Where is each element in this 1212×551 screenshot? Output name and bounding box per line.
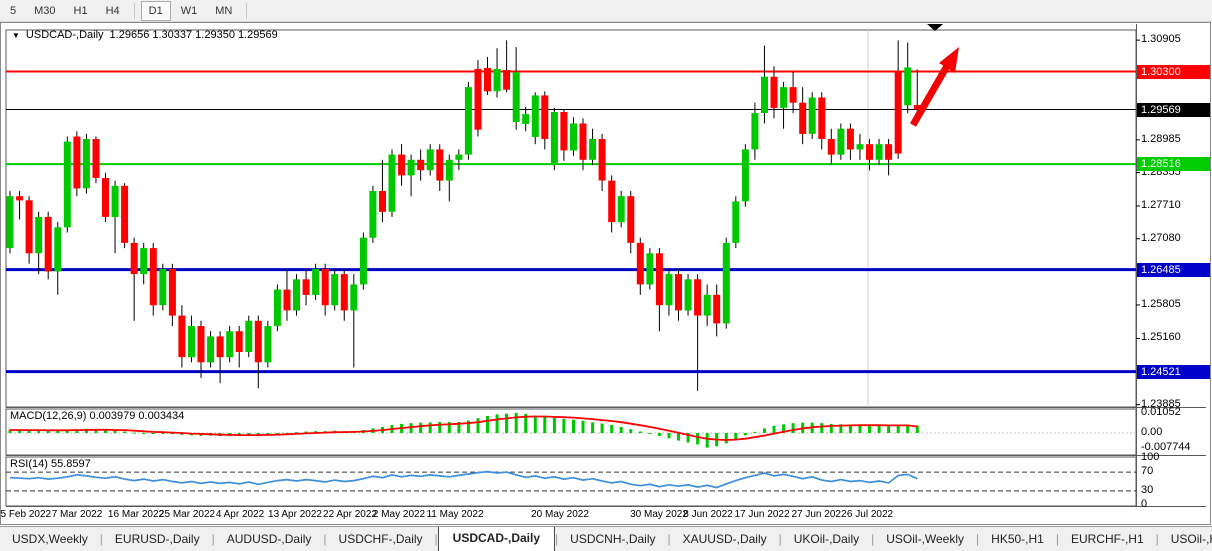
price-axis-tick-label: 1.25160 (1141, 331, 1181, 343)
symbol-tab-bar: USDX,Weekly|EURUSD-,Daily|AUDUSD-,Daily|… (0, 526, 1212, 551)
macd-axis-max-label: 0.01052 (1141, 406, 1181, 418)
symbol-tab-xauusd-daily[interactable]: XAUUSD-,Daily (671, 528, 779, 551)
date-axis-label: 22 Apr 2022 (323, 509, 377, 520)
date-axis-label: 13 Apr 2022 (268, 509, 322, 520)
toolbar-separator (246, 3, 247, 19)
date-axis-label: 6 Jul 2022 (847, 509, 893, 520)
symbol-tab-eurusd-daily[interactable]: EURUSD-,Daily (103, 528, 212, 551)
chart-window[interactable] (0, 22, 1211, 525)
timeframe-toolbar: 5M30H1H4 D1W1MN (0, 0, 1212, 22)
date-axis-label: 4 Apr 2022 (216, 509, 264, 520)
date-axis-label: 25 Mar 2022 (159, 509, 215, 520)
date-axis-label: 11 May 2022 (426, 509, 483, 520)
date-axis-label: 27 Jun 2022 (791, 509, 846, 520)
symbol-tab-usdcad-daily[interactable]: USDCAD-,Daily (438, 526, 555, 551)
symbol-tab-usdx-weekly[interactable]: USDX,Weekly (0, 528, 100, 551)
price-axis-tick-label: 1.25805 (1141, 298, 1181, 310)
trading-terminal-screen: 5M30H1H4 D1W1MN ▼ USDCAD-,Daily 1.29656 1… (0, 0, 1212, 551)
price-axis-tick-label: 1.28985 (1141, 133, 1181, 145)
level-price-label: 1.30300 (1137, 65, 1210, 79)
rsi-axis-label: 0 (1141, 498, 1147, 510)
price-axis-tick-label: 1.27080 (1141, 232, 1181, 244)
chart-title-row: ▼ USDCAD-,Daily 1.29656 1.30337 1.29350 … (12, 29, 278, 41)
symbol-tab-ukoil-daily[interactable]: UKOil-,Daily (782, 528, 871, 551)
symbol-tab-hk50-h1[interactable]: HK50-,H1 (979, 528, 1056, 551)
level-price-label: 1.26485 (1137, 263, 1210, 277)
price-axis-tick-label: 1.27710 (1141, 199, 1181, 211)
current-price-label: 1.29569 (1137, 103, 1210, 117)
toolbar-separator (134, 3, 135, 19)
date-axis-label: 25 Feb 2022 (0, 509, 51, 520)
chart-symbol-title: USDCAD-,Daily (26, 29, 104, 41)
timeframe-button-mn[interactable]: MN (207, 1, 240, 21)
date-axis-label: 30 May 2022 (630, 509, 688, 520)
rsi-axis-label: 100 (1141, 451, 1159, 463)
symbol-dropdown-icon[interactable]: ▼ (12, 30, 20, 41)
date-axis-label: 7 Mar 2022 (52, 509, 103, 520)
timeframe-button-w1[interactable]: W1 (173, 1, 206, 21)
macd-axis-zero-label: 0.00 (1141, 426, 1162, 438)
level-price-label: 1.24521 (1137, 365, 1210, 379)
timeframe-button-h4[interactable]: H4 (98, 1, 128, 21)
symbol-tab-eurchf-h1[interactable]: EURCHF-,H1 (1059, 528, 1156, 551)
date-axis-label: 20 May 2022 (531, 509, 589, 520)
rsi-axis-label: 30 (1141, 484, 1153, 496)
symbol-tab-usdchf-daily[interactable]: USDCHF-,Daily (327, 528, 435, 551)
macd-indicator-label: MACD(12,26,9) 0.003979 0.003434 (10, 410, 184, 422)
price-axis-tick-label: 1.30905 (1141, 33, 1181, 45)
symbol-tab-usoil-h[interactable]: USOil-,H (1159, 528, 1212, 551)
rsi-indicator-label: RSI(14) 55.8597 (10, 458, 91, 470)
timeframe-button-5[interactable]: 5 (2, 1, 24, 21)
symbol-tab-audusd-daily[interactable]: AUDUSD-,Daily (215, 528, 324, 551)
symbol-tab-usoil-weekly[interactable]: USOil-,Weekly (874, 528, 976, 551)
symbol-tab-usdcnh-daily[interactable]: USDCNH-,Daily (558, 528, 667, 551)
timeframe-button-m30[interactable]: M30 (26, 1, 63, 21)
rsi-axis-label: 70 (1141, 465, 1153, 477)
date-axis-label: 2 May 2022 (373, 509, 425, 520)
date-axis-label: 8 Jun 2022 (683, 509, 733, 520)
timeframe-button-h1[interactable]: H1 (66, 1, 96, 21)
timeframe-button-d1[interactable]: D1 (141, 1, 171, 21)
date-axis-label: 17 Jun 2022 (734, 509, 789, 520)
chart-ohlc-values: 1.29656 1.30337 1.29350 1.29569 (110, 29, 278, 41)
date-axis-label: 16 Mar 2022 (108, 509, 164, 520)
level-price-label: 1.28516 (1137, 157, 1210, 171)
